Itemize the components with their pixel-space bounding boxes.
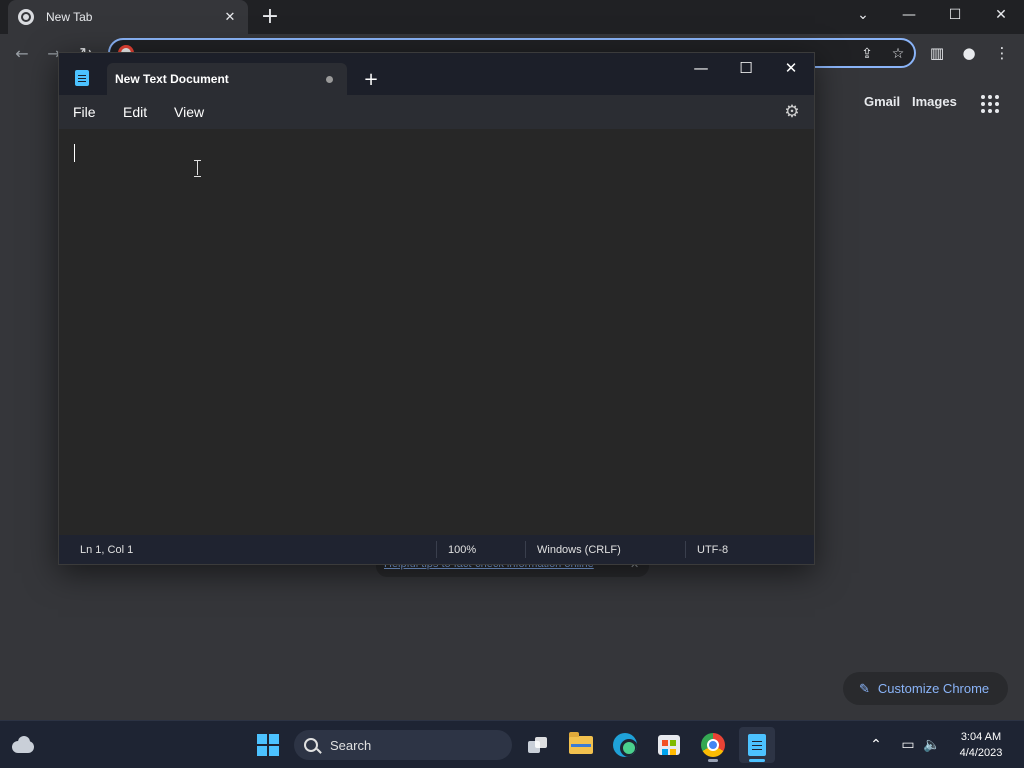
status-separator xyxy=(436,541,437,558)
volume-icon[interactable]: 🔈 xyxy=(922,735,942,755)
notepad-new-tab-button[interactable]: + xyxy=(361,69,381,90)
chrome-icon xyxy=(701,733,725,757)
notepad-statusbar: Ln 1, Col 1 100% Windows (CRLF) UTF-8 xyxy=(59,535,814,564)
ibeam-mouse-cursor-icon xyxy=(194,160,202,177)
taskbar-search-label: Search xyxy=(330,737,372,753)
show-hidden-icons-chevron-icon[interactable]: ⌃ xyxy=(866,735,886,755)
side-panel-icon[interactable]: ▥ xyxy=(926,42,948,64)
profile-icon[interactable]: ● xyxy=(958,42,980,64)
images-link[interactable]: Images xyxy=(912,94,957,109)
menu-edit[interactable]: Edit xyxy=(123,104,147,120)
start-windows-icon[interactable] xyxy=(257,734,279,756)
file-explorer-icon xyxy=(569,732,593,754)
unsaved-dot-icon[interactable] xyxy=(326,75,333,83)
notepad-menubar: File Edit View ⚙ xyxy=(59,95,814,129)
gmail-link[interactable]: Gmail xyxy=(864,94,900,109)
clock-date: 4/4/2023 xyxy=(959,747,1003,759)
status-encoding[interactable]: UTF-8 xyxy=(697,544,728,556)
customize-chrome-button[interactable]: ✎ Customize Chrome xyxy=(843,672,1008,705)
share-icon[interactable]: ⇪ xyxy=(858,45,876,63)
notepad-app-icon xyxy=(75,70,89,86)
status-zoom[interactable]: 100% xyxy=(448,544,476,556)
chrome-menu-icon[interactable]: ⋮ xyxy=(991,42,1013,64)
store-icon xyxy=(658,735,680,755)
text-caret xyxy=(74,144,75,162)
task-view-button[interactable] xyxy=(520,727,556,763)
google-apps-icon[interactable] xyxy=(981,95,999,113)
tab-search-chevron-icon[interactable]: ⌄ xyxy=(840,0,886,30)
active-indicator xyxy=(749,759,765,762)
notepad-window: New Text Document + — ☐ ✕ File Edit View… xyxy=(58,52,815,565)
notepad-close-button[interactable]: ✕ xyxy=(768,53,814,83)
chrome-tab-title: New Tab xyxy=(46,10,93,24)
notepad-editor[interactable] xyxy=(59,129,814,535)
notepad-tab-document[interactable]: New Text Document xyxy=(107,63,347,95)
edge-button[interactable] xyxy=(607,727,643,763)
status-line-ending[interactable]: Windows (CRLF) xyxy=(537,544,621,556)
chrome-minimize-button[interactable]: — xyxy=(886,0,932,30)
chrome-close-button[interactable]: ✕ xyxy=(978,0,1024,30)
notepad-titlebar: New Text Document + — ☐ ✕ xyxy=(59,53,814,95)
new-tab-button[interactable]: + xyxy=(258,4,282,29)
close-tab-icon[interactable]: ✕ xyxy=(222,9,238,25)
chrome-logo-icon xyxy=(18,9,34,25)
file-explorer-button[interactable] xyxy=(563,727,599,763)
taskbar: Search ⌃ ▭ 🔈 3:04 AM 4/4/2023 xyxy=(0,720,1024,768)
search-icon xyxy=(304,738,318,752)
clock[interactable]: 3:04 AM 4/4/2023 xyxy=(946,729,1016,761)
customize-chrome-label: Customize Chrome xyxy=(877,681,990,696)
network-icon[interactable]: ▭ xyxy=(898,735,918,755)
status-separator xyxy=(685,541,686,558)
pencil-icon: ✎ xyxy=(859,680,870,696)
notepad-icon xyxy=(748,734,766,756)
menu-file[interactable]: File xyxy=(73,104,96,120)
chrome-tab-new-tab[interactable]: New Tab ✕ xyxy=(8,0,248,34)
chrome-taskbar-button[interactable] xyxy=(695,727,731,763)
chrome-restore-button[interactable]: ☐ xyxy=(932,0,978,30)
chrome-tab-strip: New Tab ✕ + ⌄ — ☐ ✕ xyxy=(0,0,1024,34)
task-view-icon xyxy=(528,737,548,753)
store-button[interactable] xyxy=(651,727,687,763)
notepad-minimize-button[interactable]: — xyxy=(678,53,724,83)
settings-gear-icon[interactable]: ⚙ xyxy=(783,102,801,122)
notepad-tab-title: New Text Document xyxy=(115,72,229,86)
clock-time: 3:04 AM xyxy=(960,731,1002,743)
weather-widget-icon[interactable] xyxy=(12,735,34,753)
menu-view[interactable]: View xyxy=(174,104,204,120)
bookmark-star-icon[interactable]: ☆ xyxy=(889,45,907,63)
notepad-taskbar-button[interactable] xyxy=(739,727,775,763)
status-cursor-position: Ln 1, Col 1 xyxy=(80,544,134,556)
back-arrow-icon[interactable]: ← xyxy=(10,42,34,64)
status-separator xyxy=(525,541,526,558)
taskbar-search-box[interactable]: Search xyxy=(294,730,512,760)
edge-icon xyxy=(613,733,637,757)
running-indicator xyxy=(708,759,718,762)
notepad-maximize-button[interactable]: ☐ xyxy=(723,53,769,83)
